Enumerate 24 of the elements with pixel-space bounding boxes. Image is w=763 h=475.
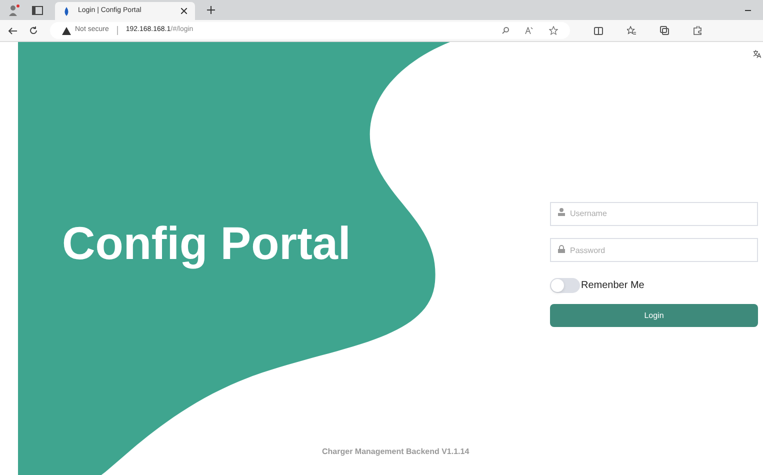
star-icon[interactable]: [549, 26, 558, 35]
user-icon: [558, 208, 565, 216]
password-field[interactable]: Password: [550, 238, 758, 262]
refresh-icon[interactable]: [29, 26, 38, 35]
droplet-icon: [63, 6, 70, 16]
read-aloud-icon[interactable]: [525, 27, 533, 34]
warning-icon: [62, 26, 71, 34]
collections-icon[interactable]: [660, 26, 669, 35]
remember-toggle[interactable]: [550, 278, 580, 293]
split-view-icon[interactable]: [594, 26, 603, 34]
extensions-icon[interactable]: [693, 26, 702, 35]
login-button[interactable]: Login: [550, 304, 758, 327]
profile-icon[interactable]: [8, 4, 20, 16]
search-icon[interactable]: [502, 27, 509, 34]
translate-icon[interactable]: [753, 50, 761, 58]
favorites-icon[interactable]: [627, 26, 636, 35]
close-icon[interactable]: [181, 8, 187, 14]
lock-icon: [558, 244, 565, 252]
back-icon[interactable]: [8, 26, 17, 34]
footer-text: Charger Management Backend V1.1.14: [322, 446, 470, 458]
tab-actions-icon[interactable]: [32, 6, 43, 14]
new-tab-icon[interactable]: [207, 6, 215, 14]
username-field[interactable]: Username: [550, 202, 758, 226]
remember-label: Remenber Me: [581, 279, 644, 293]
